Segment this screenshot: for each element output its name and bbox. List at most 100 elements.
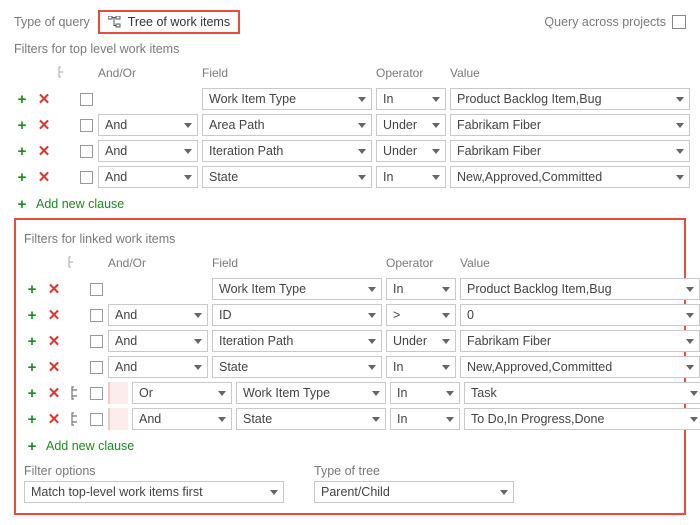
operator-select[interactable]: In — [386, 356, 456, 378]
row-checkbox[interactable] — [80, 171, 93, 184]
chevron-down-icon — [270, 490, 278, 495]
value-select[interactable]: Fabrikam Fiber — [450, 114, 690, 136]
remove-clause-button[interactable]: ✕ — [46, 385, 62, 401]
operator-select[interactable]: Under — [386, 330, 456, 352]
value-select[interactable]: To Do,In Progress,Done — [464, 408, 700, 430]
chevron-down-icon — [686, 365, 694, 370]
remove-clause-button[interactable]: ✕ — [36, 117, 52, 133]
field-select[interactable]: Iteration Path — [202, 140, 372, 162]
andor-select[interactable]: And — [98, 114, 198, 136]
remove-clause-button[interactable]: ✕ — [36, 169, 52, 185]
chevron-down-icon — [432, 123, 440, 128]
insert-clause-button[interactable]: + — [14, 91, 30, 107]
field-select-text: Area Path — [209, 118, 265, 132]
andor-select[interactable]: Or — [132, 382, 232, 404]
insert-clause-button[interactable]: + — [24, 307, 40, 323]
value-select-text: To Do,In Progress,Done — [471, 412, 604, 426]
type-of-query-selector[interactable]: Tree of work items — [98, 10, 240, 34]
group-clause-icon[interactable] — [68, 412, 86, 426]
group-clause-icon[interactable] — [68, 386, 86, 400]
row-checkbox[interactable] — [90, 413, 103, 426]
field-select[interactable]: State — [212, 356, 382, 378]
andor-select[interactable]: And — [108, 356, 208, 378]
insert-clause-button[interactable]: + — [14, 169, 30, 185]
andor-select[interactable]: And — [132, 408, 232, 430]
insert-clause-button[interactable]: + — [14, 143, 30, 159]
chevron-down-icon — [442, 365, 450, 370]
row-checkbox[interactable] — [90, 335, 103, 348]
remove-clause-button[interactable]: ✕ — [46, 307, 62, 323]
query-across-projects-checkbox[interactable] — [672, 15, 686, 29]
remove-clause-button[interactable]: ✕ — [46, 359, 62, 375]
insert-clause-button[interactable]: + — [24, 359, 40, 375]
value-select[interactable]: New,Approved,Committed — [450, 166, 690, 188]
remove-clause-button[interactable]: ✕ — [36, 91, 52, 107]
add-new-clause-top[interactable]: + Add new clause — [14, 196, 686, 212]
row-checkbox[interactable] — [90, 361, 103, 374]
clause-row: + ✕ And State In New,Approved,Committed — [24, 354, 676, 380]
operator-select[interactable]: In — [376, 166, 446, 188]
value-select[interactable]: Product Backlog Item,Bug — [460, 278, 700, 300]
operator-select[interactable]: In — [376, 88, 446, 110]
value-select[interactable]: New,Approved,Committed — [460, 356, 700, 378]
chevron-down-icon — [432, 97, 440, 102]
chevron-down-icon — [676, 123, 684, 128]
insert-clause-button[interactable]: + — [24, 411, 40, 427]
insert-clause-button[interactable]: + — [24, 333, 40, 349]
col-operator: Operator — [386, 256, 456, 270]
add-new-clause-linked[interactable]: + Add new clause — [24, 438, 676, 454]
chevron-down-icon — [194, 365, 202, 370]
row-checkbox[interactable] — [90, 283, 103, 296]
field-select[interactable]: Work Item Type — [212, 278, 382, 300]
chevron-down-icon — [368, 287, 376, 292]
operator-select[interactable]: In — [386, 278, 456, 300]
type-of-tree-label: Type of tree — [314, 464, 514, 478]
andor-select[interactable]: And — [108, 304, 208, 326]
remove-clause-button[interactable]: ✕ — [46, 281, 62, 297]
field-select[interactable]: ID — [212, 304, 382, 326]
chevron-down-icon — [372, 417, 380, 422]
andor-select-text: Or — [139, 386, 153, 400]
chevron-down-icon — [194, 313, 202, 318]
remove-clause-button[interactable]: ✕ — [36, 143, 52, 159]
value-select[interactable]: Task — [464, 382, 700, 404]
field-select[interactable]: Iteration Path — [212, 330, 382, 352]
remove-clause-button[interactable]: ✕ — [46, 333, 62, 349]
value-select[interactable]: 0 — [460, 304, 700, 326]
clause-row: + ✕ Or Work Item Type In Task — [24, 380, 676, 406]
field-select[interactable]: State — [236, 408, 386, 430]
field-select[interactable]: Work Item Type — [202, 88, 372, 110]
value-select[interactable]: Fabrikam Fiber — [450, 140, 690, 162]
field-select[interactable]: Area Path — [202, 114, 372, 136]
remove-clause-button[interactable]: ✕ — [46, 411, 62, 427]
andor-select[interactable]: And — [98, 166, 198, 188]
operator-select[interactable]: Under — [376, 140, 446, 162]
field-select[interactable]: State — [202, 166, 372, 188]
insert-clause-button[interactable]: + — [24, 385, 40, 401]
chevron-down-icon — [368, 339, 376, 344]
andor-select-text: And — [105, 144, 127, 158]
filter-options-select[interactable]: Match top-level work items first — [24, 481, 284, 503]
operator-select[interactable]: In — [390, 408, 460, 430]
andor-select[interactable]: And — [108, 330, 208, 352]
operator-select-text: In — [383, 92, 393, 106]
field-select[interactable]: Work Item Type — [236, 382, 386, 404]
value-select[interactable]: Product Backlog Item,Bug — [450, 88, 690, 110]
operator-select[interactable]: In — [390, 382, 460, 404]
row-checkbox[interactable] — [90, 309, 103, 322]
plus-icon: + — [14, 196, 30, 212]
insert-clause-button[interactable]: + — [14, 117, 30, 133]
value-select[interactable]: Fabrikam Fiber — [460, 330, 700, 352]
andor-select-text: And — [115, 308, 137, 322]
row-checkbox[interactable] — [80, 145, 93, 158]
row-checkbox[interactable] — [80, 93, 93, 106]
row-checkbox[interactable] — [90, 387, 103, 400]
row-checkbox[interactable] — [80, 119, 93, 132]
col-operator: Operator — [376, 66, 446, 80]
operator-select[interactable]: > — [386, 304, 456, 326]
type-of-tree-select[interactable]: Parent/Child — [314, 481, 514, 503]
operator-select[interactable]: Under — [376, 114, 446, 136]
insert-clause-button[interactable]: + — [24, 281, 40, 297]
andor-select[interactable]: And — [98, 140, 198, 162]
filter-options-value: Match top-level work items first — [31, 485, 203, 499]
